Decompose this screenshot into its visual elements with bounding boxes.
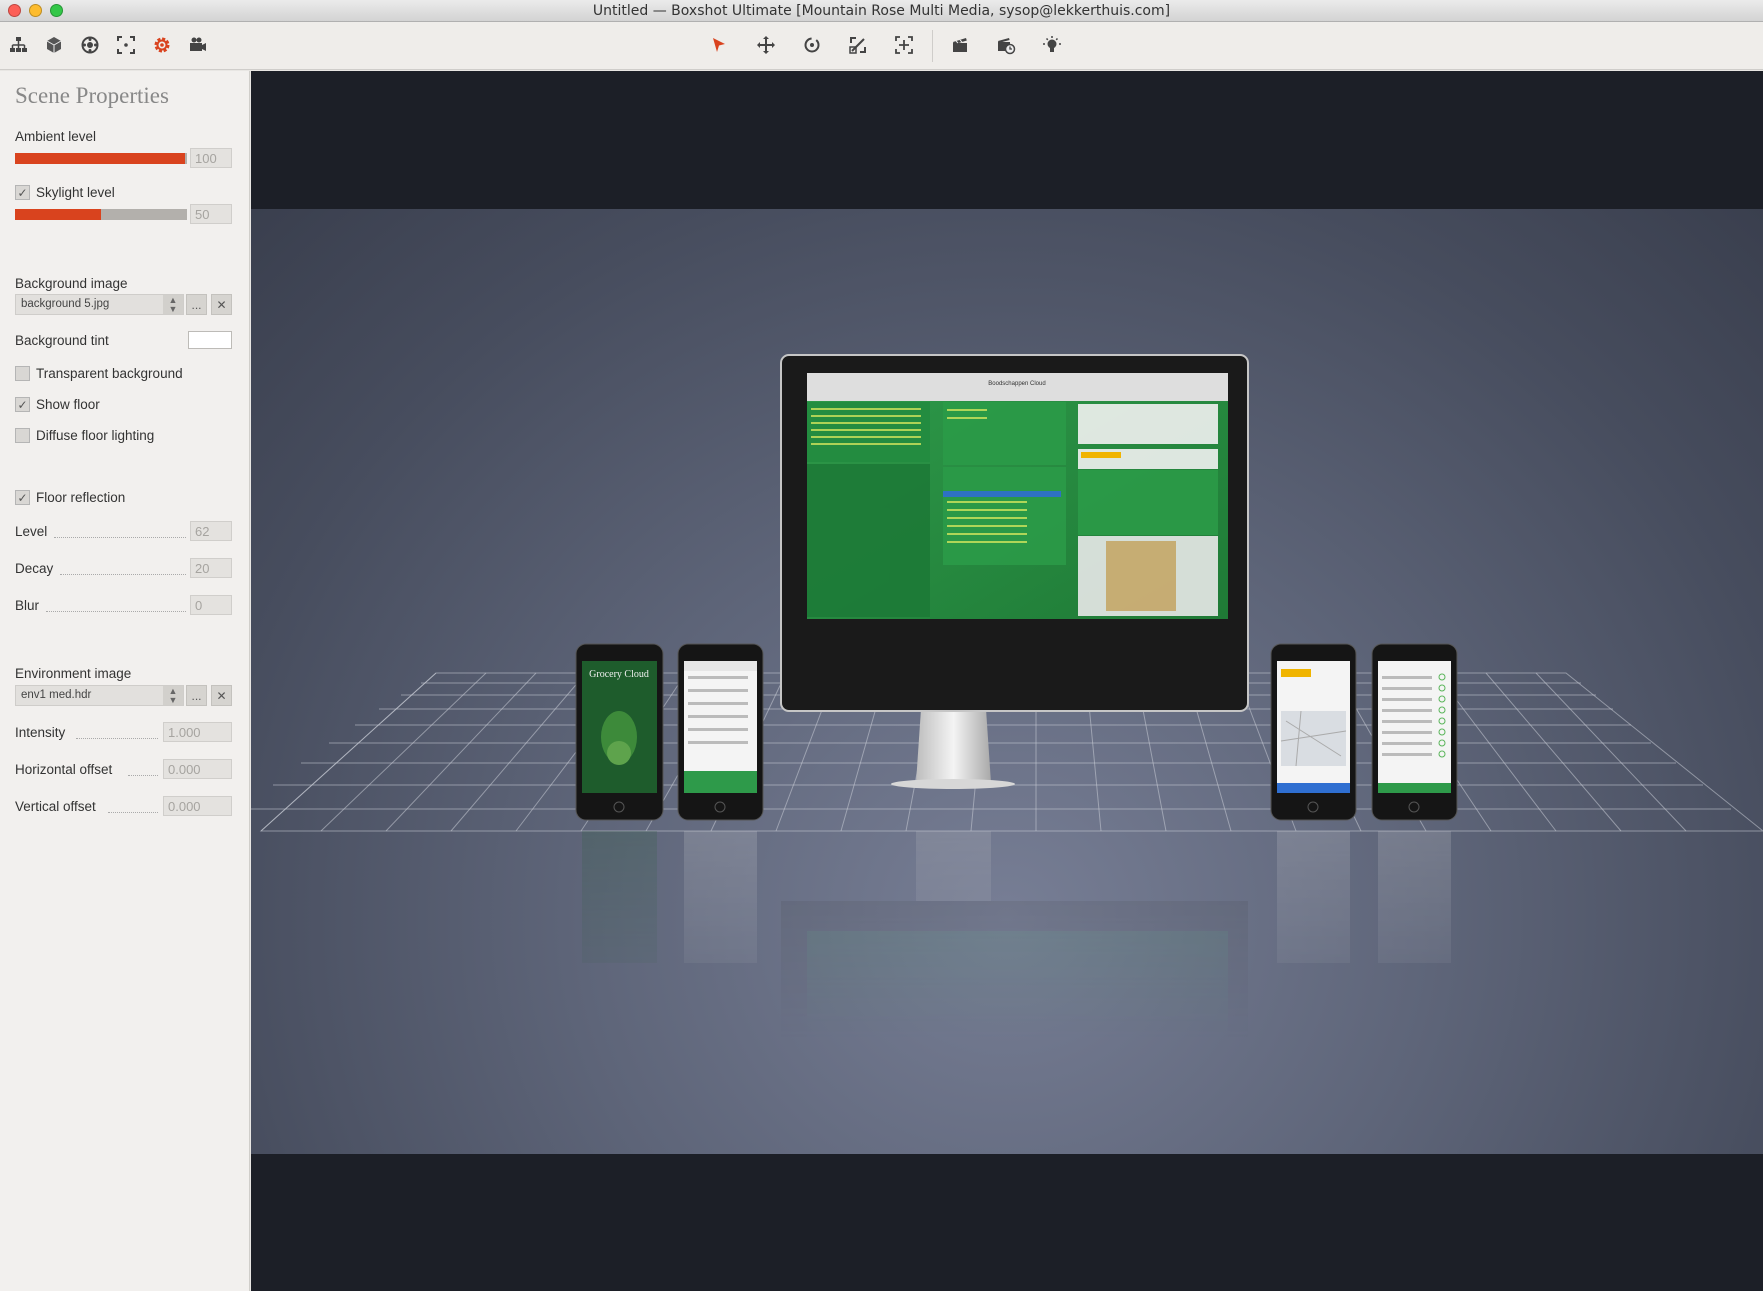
floor-reflection-label: Floor reflection	[36, 490, 126, 505]
horizontal-offset-input[interactable]: 0.000	[163, 759, 232, 779]
background-image-value: background 5.jpg	[21, 298, 110, 310]
background-image-label: Background image	[15, 276, 128, 291]
frame-fit-icon[interactable]	[890, 32, 918, 58]
intensity-label: Intensity	[15, 725, 66, 740]
ambient-level-input[interactable]: 100	[190, 148, 232, 168]
reflection-decay-label: Decay	[15, 561, 54, 576]
background-tint-label: Background tint	[15, 333, 109, 348]
scene-render: Boodschappen Cloud Grocery Cloud	[251, 354, 1763, 1041]
reflection-level-label: Level	[15, 524, 48, 539]
monitor-app-title: Boodschappen Cloud	[988, 381, 1045, 387]
horizontal-offset-label: Horizontal offset	[15, 762, 113, 777]
vertical-offset-label: Vertical offset	[15, 799, 96, 814]
video-camera-icon[interactable]	[184, 32, 212, 58]
rotate-icon[interactable]	[798, 32, 826, 58]
scene-tree-icon[interactable]	[4, 32, 32, 58]
diffuse-floor-lighting-label: Diffuse floor lighting	[36, 428, 155, 443]
transparent-background-label: Transparent background	[36, 366, 183, 381]
ambient-level-slider[interactable]	[15, 153, 187, 164]
show-floor-label: Show floor	[36, 397, 100, 412]
leader-dots	[54, 537, 186, 538]
render-time-icon[interactable]	[992, 32, 1020, 58]
background-image-browse-button[interactable]: ...	[186, 294, 207, 315]
background-image-clear-button[interactable]: ✕	[211, 294, 232, 315]
checkbox-checked-icon: ✓	[15, 490, 30, 505]
select-stepper-icon: ▲ ▼	[163, 686, 183, 705]
background-tint-swatch[interactable]	[188, 331, 232, 349]
leader-dots	[46, 611, 186, 612]
vertical-offset-input[interactable]: 0.000	[163, 796, 232, 816]
settings-gear-icon[interactable]	[148, 32, 176, 58]
leader-dots	[76, 738, 158, 739]
close-window-button[interactable]	[8, 4, 21, 17]
3d-viewport[interactable]: Boodschappen Cloud Grocery Cloud	[251, 71, 1763, 1291]
skylight-level-input[interactable]: 50	[190, 204, 232, 224]
phone-device-2	[677, 643, 764, 821]
move-icon[interactable]	[752, 32, 780, 58]
select-stepper-icon: ▲ ▼	[163, 295, 183, 314]
environment-image-select[interactable]: env1 med.hdr ▲ ▼	[15, 685, 184, 706]
materials-icon[interactable]	[76, 32, 104, 58]
intensity-input[interactable]: 1.000	[163, 722, 232, 742]
skylight-level-label: Skylight level	[36, 185, 115, 200]
select-arrow-icon[interactable]	[705, 32, 733, 58]
checkbox-checked-icon: ✓	[15, 397, 30, 412]
reflection-level-input[interactable]: 62	[190, 521, 232, 541]
floor-reflections	[582, 831, 1451, 1041]
environment-image-browse-button[interactable]: ...	[186, 685, 207, 706]
main-toolbar	[0, 22, 1763, 70]
clapper-icon[interactable]	[946, 32, 974, 58]
environment-image-value: env1 med.hdr	[21, 689, 92, 701]
reflection-blur-label: Blur	[15, 598, 40, 613]
scale-icon[interactable]	[844, 32, 872, 58]
phone-device-3	[1270, 643, 1357, 821]
skylight-level-slider[interactable]	[15, 209, 187, 220]
camera-frame-icon[interactable]	[112, 32, 140, 58]
phone-device-1: Grocery Cloud	[575, 643, 664, 821]
reflection-decay-input[interactable]: 20	[190, 558, 232, 578]
leader-dots	[128, 775, 158, 776]
background-image-select[interactable]: background 5.jpg ▲ ▼	[15, 294, 184, 315]
window-title-bar: Untitled — Boxshot Ultimate [Mountain Ro…	[0, 0, 1763, 22]
phone-app-title: Grocery Cloud	[589, 669, 649, 680]
show-floor-checkbox[interactable]: ✓ Show floor	[15, 397, 100, 412]
skylight-level-checkbox[interactable]: ✓ Skylight level	[15, 185, 115, 200]
environment-image-label: Environment image	[15, 666, 132, 681]
window-controls	[8, 4, 63, 17]
cube-icon[interactable]	[40, 32, 68, 58]
floor-reflection-checkbox[interactable]: ✓ Floor reflection	[15, 490, 125, 505]
toolbar-separator	[932, 30, 933, 62]
leader-dots	[60, 574, 186, 575]
checkbox-unchecked-icon	[15, 366, 30, 381]
window-title: Untitled — Boxshot Ultimate [Mountain Ro…	[592, 2, 1171, 19]
ambient-level-label: Ambient level	[15, 129, 97, 144]
transparent-background-checkbox[interactable]: Transparent background	[15, 366, 183, 381]
checkbox-checked-icon: ✓	[15, 185, 30, 200]
light-bulb-icon[interactable]	[1038, 32, 1066, 58]
panel-title: Scene Properties	[15, 83, 169, 108]
zoom-window-button[interactable]	[50, 4, 63, 17]
environment-image-clear-button[interactable]: ✕	[211, 685, 232, 706]
scene-properties-panel: Scene Properties Ambient level 100 ✓ Sky…	[0, 71, 250, 1291]
diffuse-floor-lighting-checkbox[interactable]: Diffuse floor lighting	[15, 428, 154, 443]
reflection-blur-input[interactable]: 0	[190, 595, 232, 615]
leader-dots	[108, 812, 158, 813]
phone-device-4	[1371, 643, 1458, 821]
minimize-window-button[interactable]	[29, 4, 42, 17]
checkbox-unchecked-icon	[15, 428, 30, 443]
monitor-device: Boodschappen Cloud	[780, 354, 1249, 789]
